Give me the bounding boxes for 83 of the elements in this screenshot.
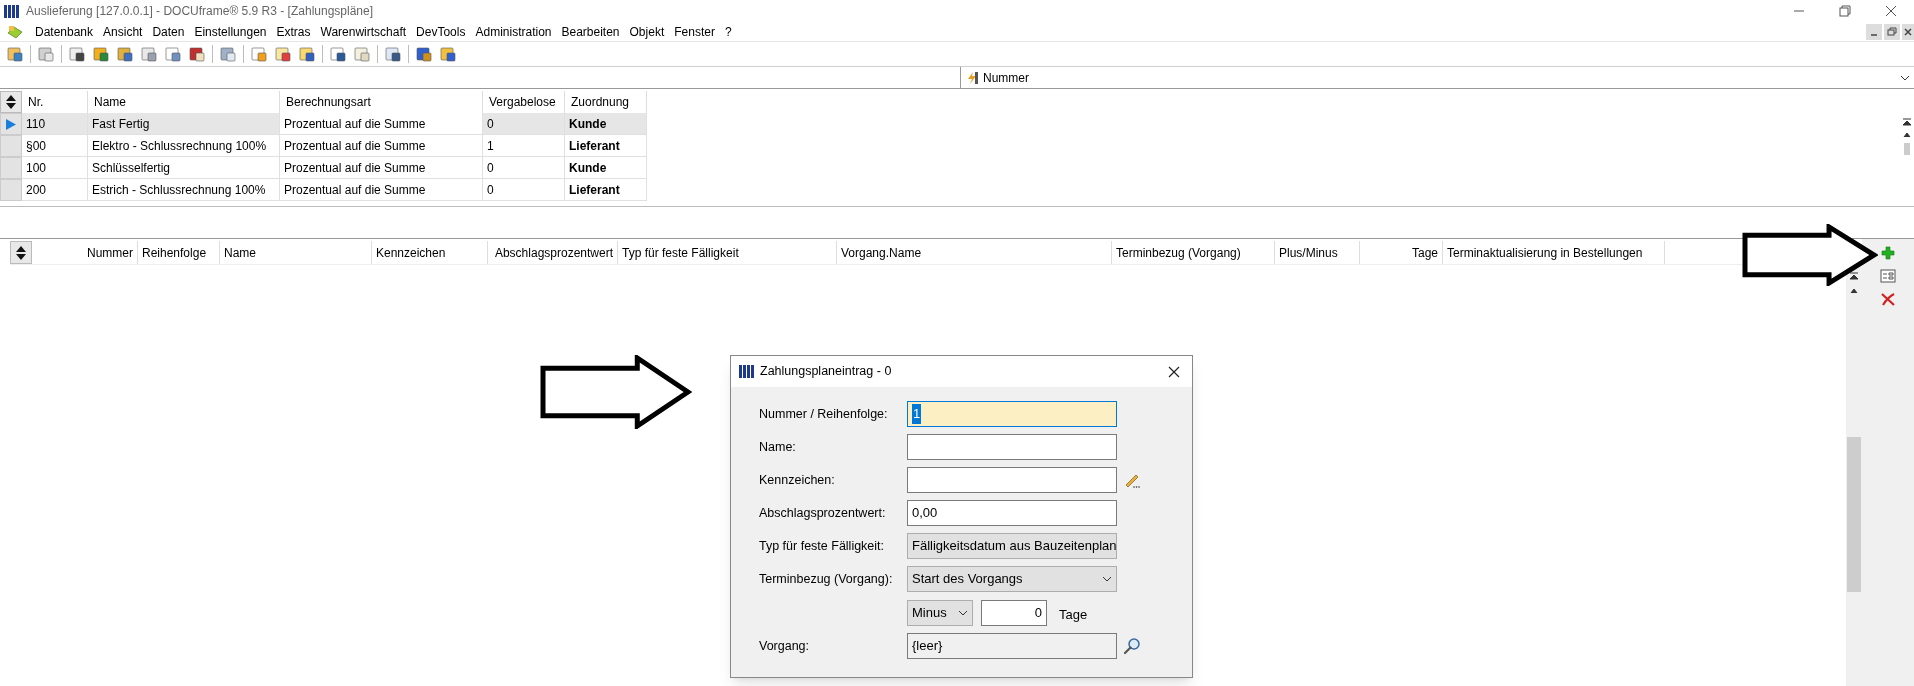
add-icon[interactable] — [1880, 245, 1896, 261]
field-label: Abschlagsprozentwert: — [759, 504, 887, 522]
column-header[interactable]: Vorgang.Name — [837, 241, 1112, 264]
menu-item[interactable]: Administration — [470, 22, 557, 41]
menu-item[interactable]: Bearbeiten — [556, 22, 625, 41]
input-field[interactable]: 0,00 — [907, 500, 1117, 526]
table-cell: Estrich - Schlussrechnung 100% — [88, 179, 280, 201]
table-cell: 1 — [483, 135, 565, 157]
table-cell: Prozentual auf die Summe — [280, 157, 483, 179]
table-cell: Kunde — [565, 113, 647, 135]
field-label: Typ für feste Fälligkeit: — [759, 537, 886, 555]
row-selector-header[interactable] — [0, 91, 22, 113]
column-header[interactable]: Name — [220, 241, 372, 264]
app-menu-icon[interactable] — [6, 23, 24, 40]
table-cell: Lieferant — [565, 179, 647, 201]
column-header[interactable]: Reihenfolge — [138, 241, 220, 264]
scroll-arrows-icon[interactable] — [1902, 117, 1912, 157]
column-header[interactable]: Nummer — [32, 241, 138, 264]
menu-item[interactable]: Extras — [271, 22, 316, 41]
restore-icon[interactable] — [1884, 23, 1900, 40]
table-cell: Elektro - Schlussrechnung 100% — [88, 135, 280, 157]
chevron-down-icon — [1102, 576, 1112, 582]
input-field[interactable]: {leer} — [907, 633, 1117, 659]
dropdown[interactable]: Fälligkeitsdatum aus Bauzeitenplan — [907, 533, 1117, 559]
menu-item[interactable]: Warenwirtschaft — [315, 22, 412, 41]
menu-item[interactable]: Fenster — [669, 22, 720, 41]
field-label: Vorgang: — [759, 637, 811, 655]
row-selector-header[interactable] — [10, 241, 32, 264]
scrollbar[interactable] — [1846, 267, 1862, 686]
field-label: Kennzeichen: — [759, 471, 836, 489]
table-cell: Schlüsselfertig — [88, 157, 280, 179]
table-cell: 0 — [483, 157, 565, 179]
close-icon[interactable] — [1168, 365, 1180, 378]
input-field[interactable]: 1 — [907, 401, 1117, 427]
close-icon[interactable] — [1902, 23, 1914, 40]
menu-item[interactable]: DevTools — [411, 22, 471, 41]
table-cell: Fast Fertig — [88, 113, 280, 135]
delete-icon[interactable] — [1880, 291, 1896, 307]
chevron-down-icon — [958, 609, 968, 616]
table-cell: Prozentual auf die Summe — [280, 179, 483, 201]
field-label: Terminbezug (Vorgang): — [759, 570, 894, 588]
chevron-down-icon — [1900, 74, 1910, 81]
menu-item[interactable]: Einstellungen — [189, 22, 272, 41]
menu-item[interactable]: Ansicht — [98, 22, 148, 41]
table-cell: 110 — [22, 113, 88, 135]
dropdown[interactable]: Minus — [907, 599, 973, 626]
menu-item[interactable]: ? — [719, 22, 737, 41]
dropdown[interactable]: Start des Vorgangs — [907, 566, 1117, 592]
app-logo-icon — [739, 365, 754, 378]
input-field[interactable] — [907, 467, 1117, 493]
column-header[interactable]: Tage — [1360, 241, 1443, 264]
lightning-icon — [965, 70, 979, 85]
dialog-title: Zahlungsplaneintrag - 0 — [760, 363, 892, 381]
column-header[interactable]: Abschlagsprozentwert — [488, 241, 618, 264]
app-logo-icon — [4, 4, 20, 18]
play-icon — [6, 118, 16, 130]
menu-item[interactable]: Objekt — [624, 22, 670, 41]
table-cell: Prozentual auf die Summe — [280, 113, 483, 135]
menu-item[interactable]: Daten — [147, 22, 190, 41]
table-cell: Prozentual auf die Summe — [280, 135, 483, 157]
field-label: Name: — [759, 438, 797, 456]
window-title: Auslieferung [127.0.0.1] - DOCUframe® 5.9 R3 - [Zahlungspläne] — [26, 3, 373, 20]
table-cell: 0 — [483, 113, 565, 135]
field-label: Nummer / Reihenfolge: — [759, 405, 889, 423]
column-header[interactable]: Typ für feste Fälligkeit — [618, 241, 837, 264]
table-cell: 0 — [483, 179, 565, 201]
column-header[interactable]: Terminbezug (Vorgang) — [1112, 241, 1275, 264]
column-header[interactable]: Plus/Minus — [1275, 241, 1360, 264]
table-cell: 200 — [22, 179, 88, 201]
table-cell: Lieferant — [565, 135, 647, 157]
input-field[interactable] — [907, 434, 1117, 460]
table-cell: 100 — [22, 157, 88, 179]
number-field[interactable]: 0 — [981, 599, 1047, 626]
minimize-icon[interactable] — [1866, 23, 1882, 40]
unit-label: Tage — [1059, 605, 1088, 624]
column-header[interactable]: Terminaktualisierung in Bestellungen — [1443, 241, 1665, 264]
column-header[interactable]: Kennzeichen — [372, 241, 488, 264]
table-cell: §00 — [22, 135, 88, 157]
column-header[interactable]: Berechnungsart — [280, 91, 483, 113]
sort-arrows-icon — [16, 245, 26, 260]
table-cell: Kunde — [565, 157, 647, 179]
menu-item[interactable]: Datenbank — [30, 22, 99, 41]
sort-arrows-icon — [6, 95, 16, 109]
